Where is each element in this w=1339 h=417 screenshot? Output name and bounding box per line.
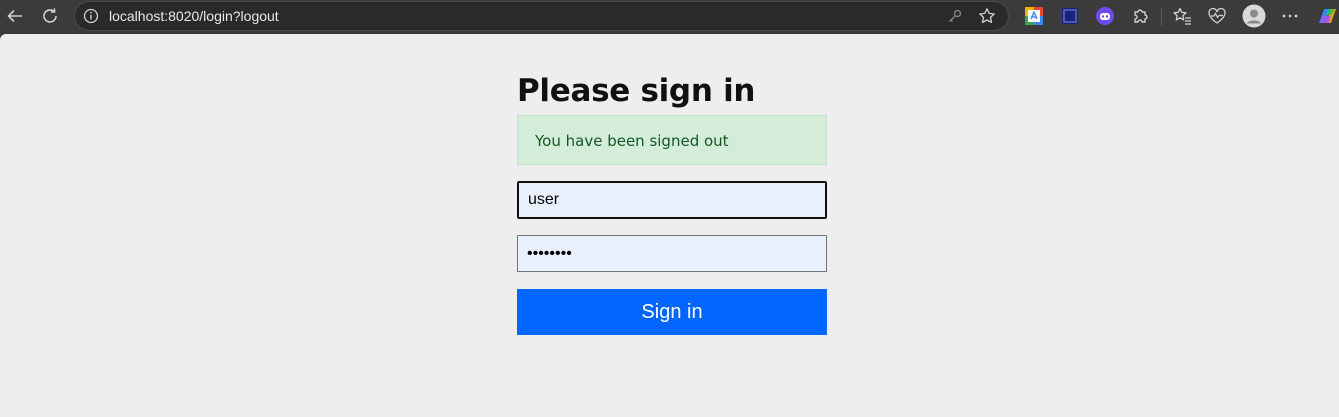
address-bar[interactable]: localhost:8020/login?logout [74, 1, 1009, 31]
puzzle-icon[interactable] [1131, 6, 1151, 26]
browser-toolbar: localhost:8020/login?logout [0, 0, 1339, 34]
star-icon[interactable] [978, 7, 996, 29]
browser-essentials-icon[interactable] [1207, 6, 1227, 26]
toolbar-divider [1161, 8, 1162, 26]
bot-extension-icon[interactable] [1095, 6, 1115, 26]
sign-in-button[interactable]: Sign in [517, 289, 827, 335]
key-icon[interactable] [947, 8, 963, 28]
back-arrow-icon[interactable] [2, 4, 28, 28]
translate-extension-icon[interactable] [1024, 6, 1044, 26]
alert-text: You have been signed out [535, 132, 729, 150]
reload-icon[interactable] [37, 4, 63, 28]
username-field[interactable] [517, 181, 827, 219]
password-field[interactable] [517, 235, 827, 272]
profile-avatar-icon[interactable] [1242, 4, 1266, 28]
copilot-icon[interactable] [1316, 6, 1339, 26]
page-title: Please sign in [517, 73, 756, 109]
favorites-icon[interactable] [1172, 6, 1192, 26]
url-text[interactable]: localhost:8020/login?logout [109, 8, 279, 24]
more-options-icon[interactable] [1280, 6, 1300, 26]
info-icon[interactable] [83, 8, 99, 28]
signed-out-alert: You have been signed out [517, 115, 827, 165]
square-extension-icon[interactable] [1060, 6, 1080, 26]
